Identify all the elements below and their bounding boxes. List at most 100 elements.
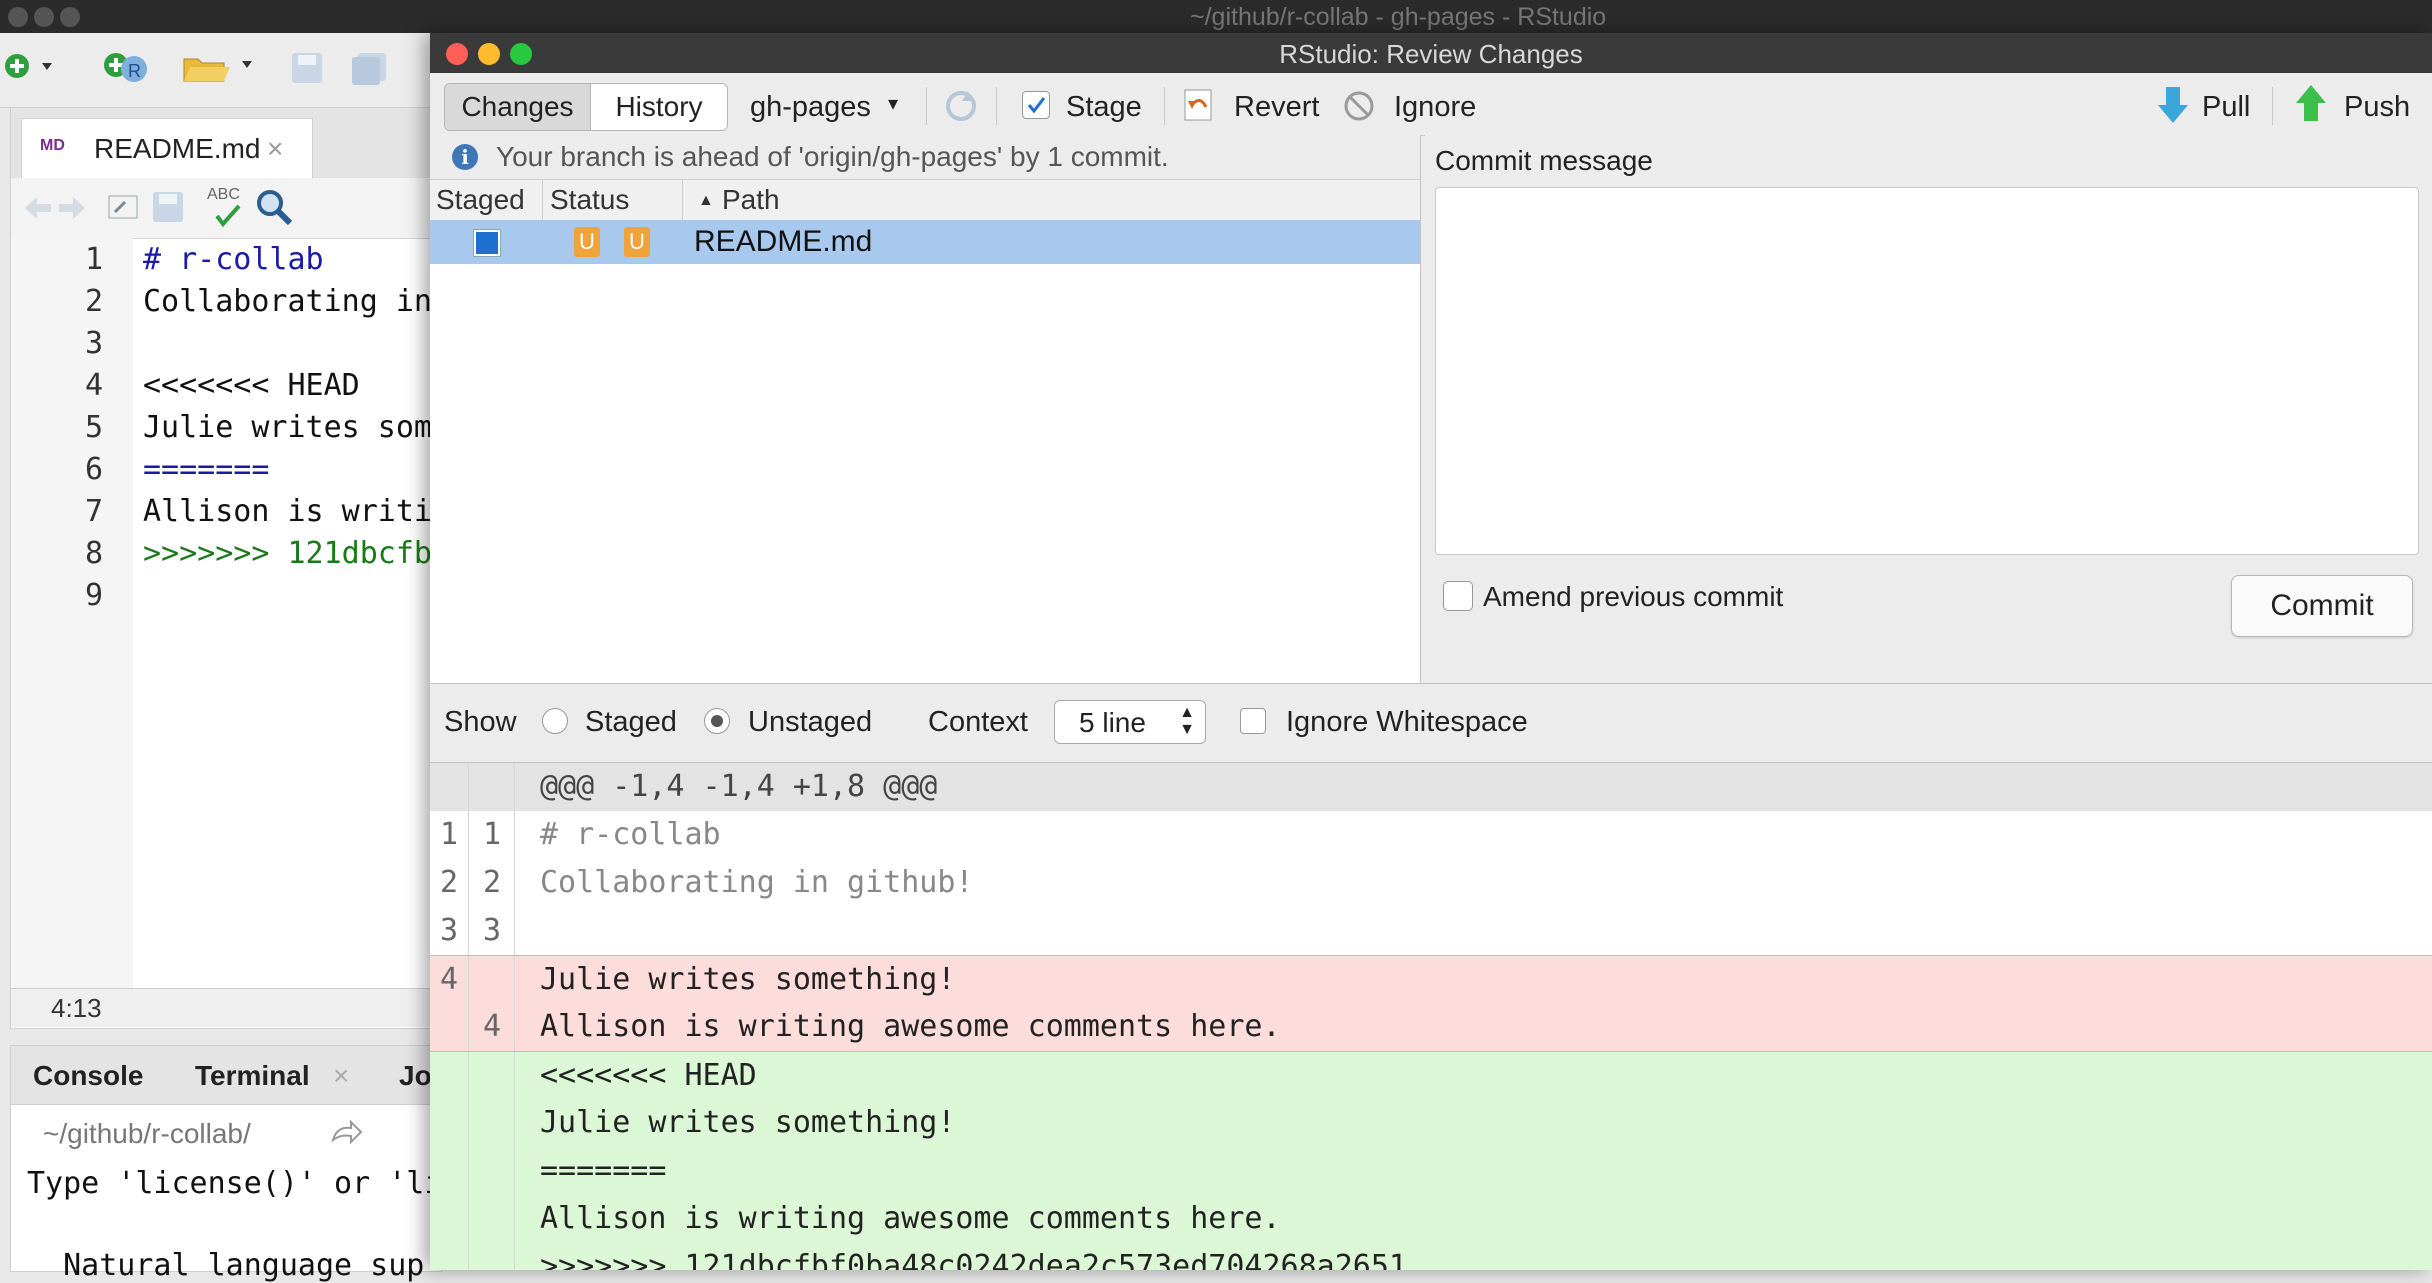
diff-line[interactable]: Julie writes something! (430, 1099, 2432, 1147)
forward-icon[interactable] (57, 194, 87, 222)
diff-line[interactable]: 2 2 Collaborating in github! (430, 859, 2432, 907)
staged-checkbox[interactable] (474, 230, 500, 256)
diff-line-text: ======= (540, 1153, 667, 1188)
diff-line-text: Allison is writing awesome comments here… (540, 1201, 1281, 1236)
ignore-whitespace-label: Ignore Whitespace (1286, 706, 1528, 738)
amend-previous-commit-label: Amend previous commit (1483, 581, 1784, 612)
commit-message-input[interactable] (1435, 187, 2419, 555)
tab-readme[interactable]: MD README.md × (21, 118, 313, 179)
new-line-number: 1 (482, 817, 502, 852)
new-line-number: 2 (482, 865, 502, 900)
column-staged[interactable]: Staged (436, 184, 525, 216)
code-line[interactable]: ======= (143, 452, 269, 487)
window-title: RStudio: Review Changes (1279, 39, 1583, 69)
info-icon: i (452, 144, 478, 170)
column-status[interactable]: Status (550, 184, 629, 216)
new-file-icon[interactable] (2, 51, 62, 81)
save-icon[interactable] (290, 51, 324, 85)
minimize-window-button[interactable] (34, 7, 54, 27)
context-label: Context (928, 706, 1028, 738)
revert-label: Revert (1234, 91, 1320, 123)
code-line[interactable]: Julie writes som (143, 410, 432, 445)
close-tab-icon[interactable]: × (267, 133, 283, 165)
editor-status-bar: 4:13 (11, 988, 441, 1027)
open-file-icon[interactable] (182, 49, 262, 85)
new-project-icon[interactable]: R (100, 47, 156, 87)
old-line-number: 1 (439, 817, 459, 852)
close-window-button[interactable] (8, 7, 28, 27)
diff-line[interactable]: 1 1 # r-collab (430, 811, 2432, 859)
diff-line[interactable]: <<<<<<< HEAD (430, 1051, 2432, 1100)
unstaged-radio[interactable] (704, 708, 730, 734)
diff-view: @@@ -1,4 -1,4 +1,8 @@@ 1 1 # r-collab 2 2 Col… (430, 763, 2432, 1270)
line-number: 9 (84, 578, 103, 613)
diff-line-text: # r-collab (540, 817, 721, 852)
spellcheck-icon[interactable]: ABC (207, 186, 247, 230)
code-line[interactable]: Allison is writi (143, 494, 432, 529)
back-icon[interactable] (23, 194, 53, 222)
tab-history[interactable]: History (591, 84, 727, 130)
push-arrow-icon (2294, 83, 2328, 123)
code-line[interactable]: <<<<<<< HEAD (143, 368, 360, 403)
spellcheck-label: ABC (207, 186, 240, 203)
close-terminal-icon[interactable]: × (333, 1060, 349, 1092)
find-icon[interactable] (255, 188, 295, 228)
console-pane: Console Terminal × Jo ~/github/r-collab/… (10, 1045, 442, 1283)
save-all-icon[interactable] (350, 51, 390, 85)
commit-button[interactable]: Commit (2231, 575, 2413, 637)
hunk-header: @@@ -1,4 -1,4 +1,8 @@@ (430, 763, 2432, 811)
diff-line-text: Julie writes something! (540, 1105, 956, 1140)
tab-label: README.md (94, 133, 261, 164)
chevron-down-icon: ▾ (888, 93, 899, 115)
column-path[interactable]: Path (722, 184, 780, 216)
changed-files-panel: i Your branch is ahead of 'origin/gh-pag… (430, 135, 1421, 683)
tab-changes[interactable]: Changes (445, 84, 591, 130)
code-line[interactable]: Collaborating in (143, 284, 432, 319)
ignore-whitespace-checkbox[interactable] (1240, 708, 1266, 734)
line-number: 1 (84, 242, 103, 277)
commit-message-label: Commit message (1435, 145, 1653, 176)
status-badge-index: U (574, 227, 600, 257)
source-editor-pane: MD README.md × ABC 1 2 3 4 5 6 7 8 9 # r… (10, 107, 442, 1029)
diff-line[interactable]: ======= (430, 1147, 2432, 1195)
old-line-number: 4 (439, 962, 459, 997)
diff-line-text: <<<<<<< HEAD (540, 1058, 757, 1093)
tab-terminal[interactable]: Terminal (195, 1060, 310, 1092)
go-to-directory-icon[interactable] (329, 1118, 363, 1146)
sort-ascending-icon: ▲ (698, 192, 714, 209)
editor-toolbar: ABC (11, 178, 441, 239)
line-number: 8 (84, 536, 103, 571)
diff-line[interactable]: 4 Julie writes something! (430, 955, 2432, 1004)
staged-radio-label: Staged (585, 706, 677, 738)
commit-panel: Commit message Amend previous commit Com… (1425, 135, 2432, 683)
diff-line[interactable]: Allison is writing awesome comments here… (430, 1195, 2432, 1243)
old-line-number: 3 (439, 913, 459, 948)
new-line-number: 3 (482, 913, 502, 948)
show-in-window-icon[interactable] (107, 192, 141, 222)
diff-line[interactable]: 4 Allison is writing awesome comments her… (430, 1003, 2432, 1051)
tab-jobs[interactable]: Jo (399, 1060, 432, 1092)
zoom-window-button[interactable] (60, 7, 80, 27)
code-line[interactable]: >>>>>>> 121dbcfb (143, 536, 432, 571)
amend-previous-commit-checkbox[interactable] (1443, 581, 1473, 611)
context-lines-select[interactable]: 5 line ▲ ▼ (1054, 700, 1206, 744)
toolbar-divider (2272, 87, 2273, 125)
context-value: 5 line (1079, 707, 1146, 738)
code-line[interactable]: # r-collab (143, 242, 324, 277)
tab-console[interactable]: Console (33, 1060, 143, 1092)
hunk-header-text: @@@ -1,4 -1,4 +1,8 @@@ (540, 769, 938, 804)
table-row[interactable]: U U README.md (430, 220, 1420, 264)
pull-arrow-icon (2156, 85, 2190, 125)
toolbar-divider (1164, 87, 1165, 125)
staged-radio[interactable] (542, 708, 568, 734)
refresh-icon[interactable] (942, 87, 980, 125)
diff-line[interactable]: >>>>>>> 121dbcfbf0ba48c0242dea2c573ed704… (430, 1243, 2432, 1270)
revert-icon (1184, 89, 1214, 121)
diff-line-text: Collaborating in github! (540, 865, 974, 900)
line-number: 4 (84, 368, 103, 403)
save-document-icon[interactable] (151, 190, 185, 224)
line-number: 5 (84, 410, 103, 445)
view-switcher: Changes History (444, 83, 728, 131)
column-divider (682, 180, 683, 220)
diff-line[interactable]: 33 (430, 907, 2432, 955)
